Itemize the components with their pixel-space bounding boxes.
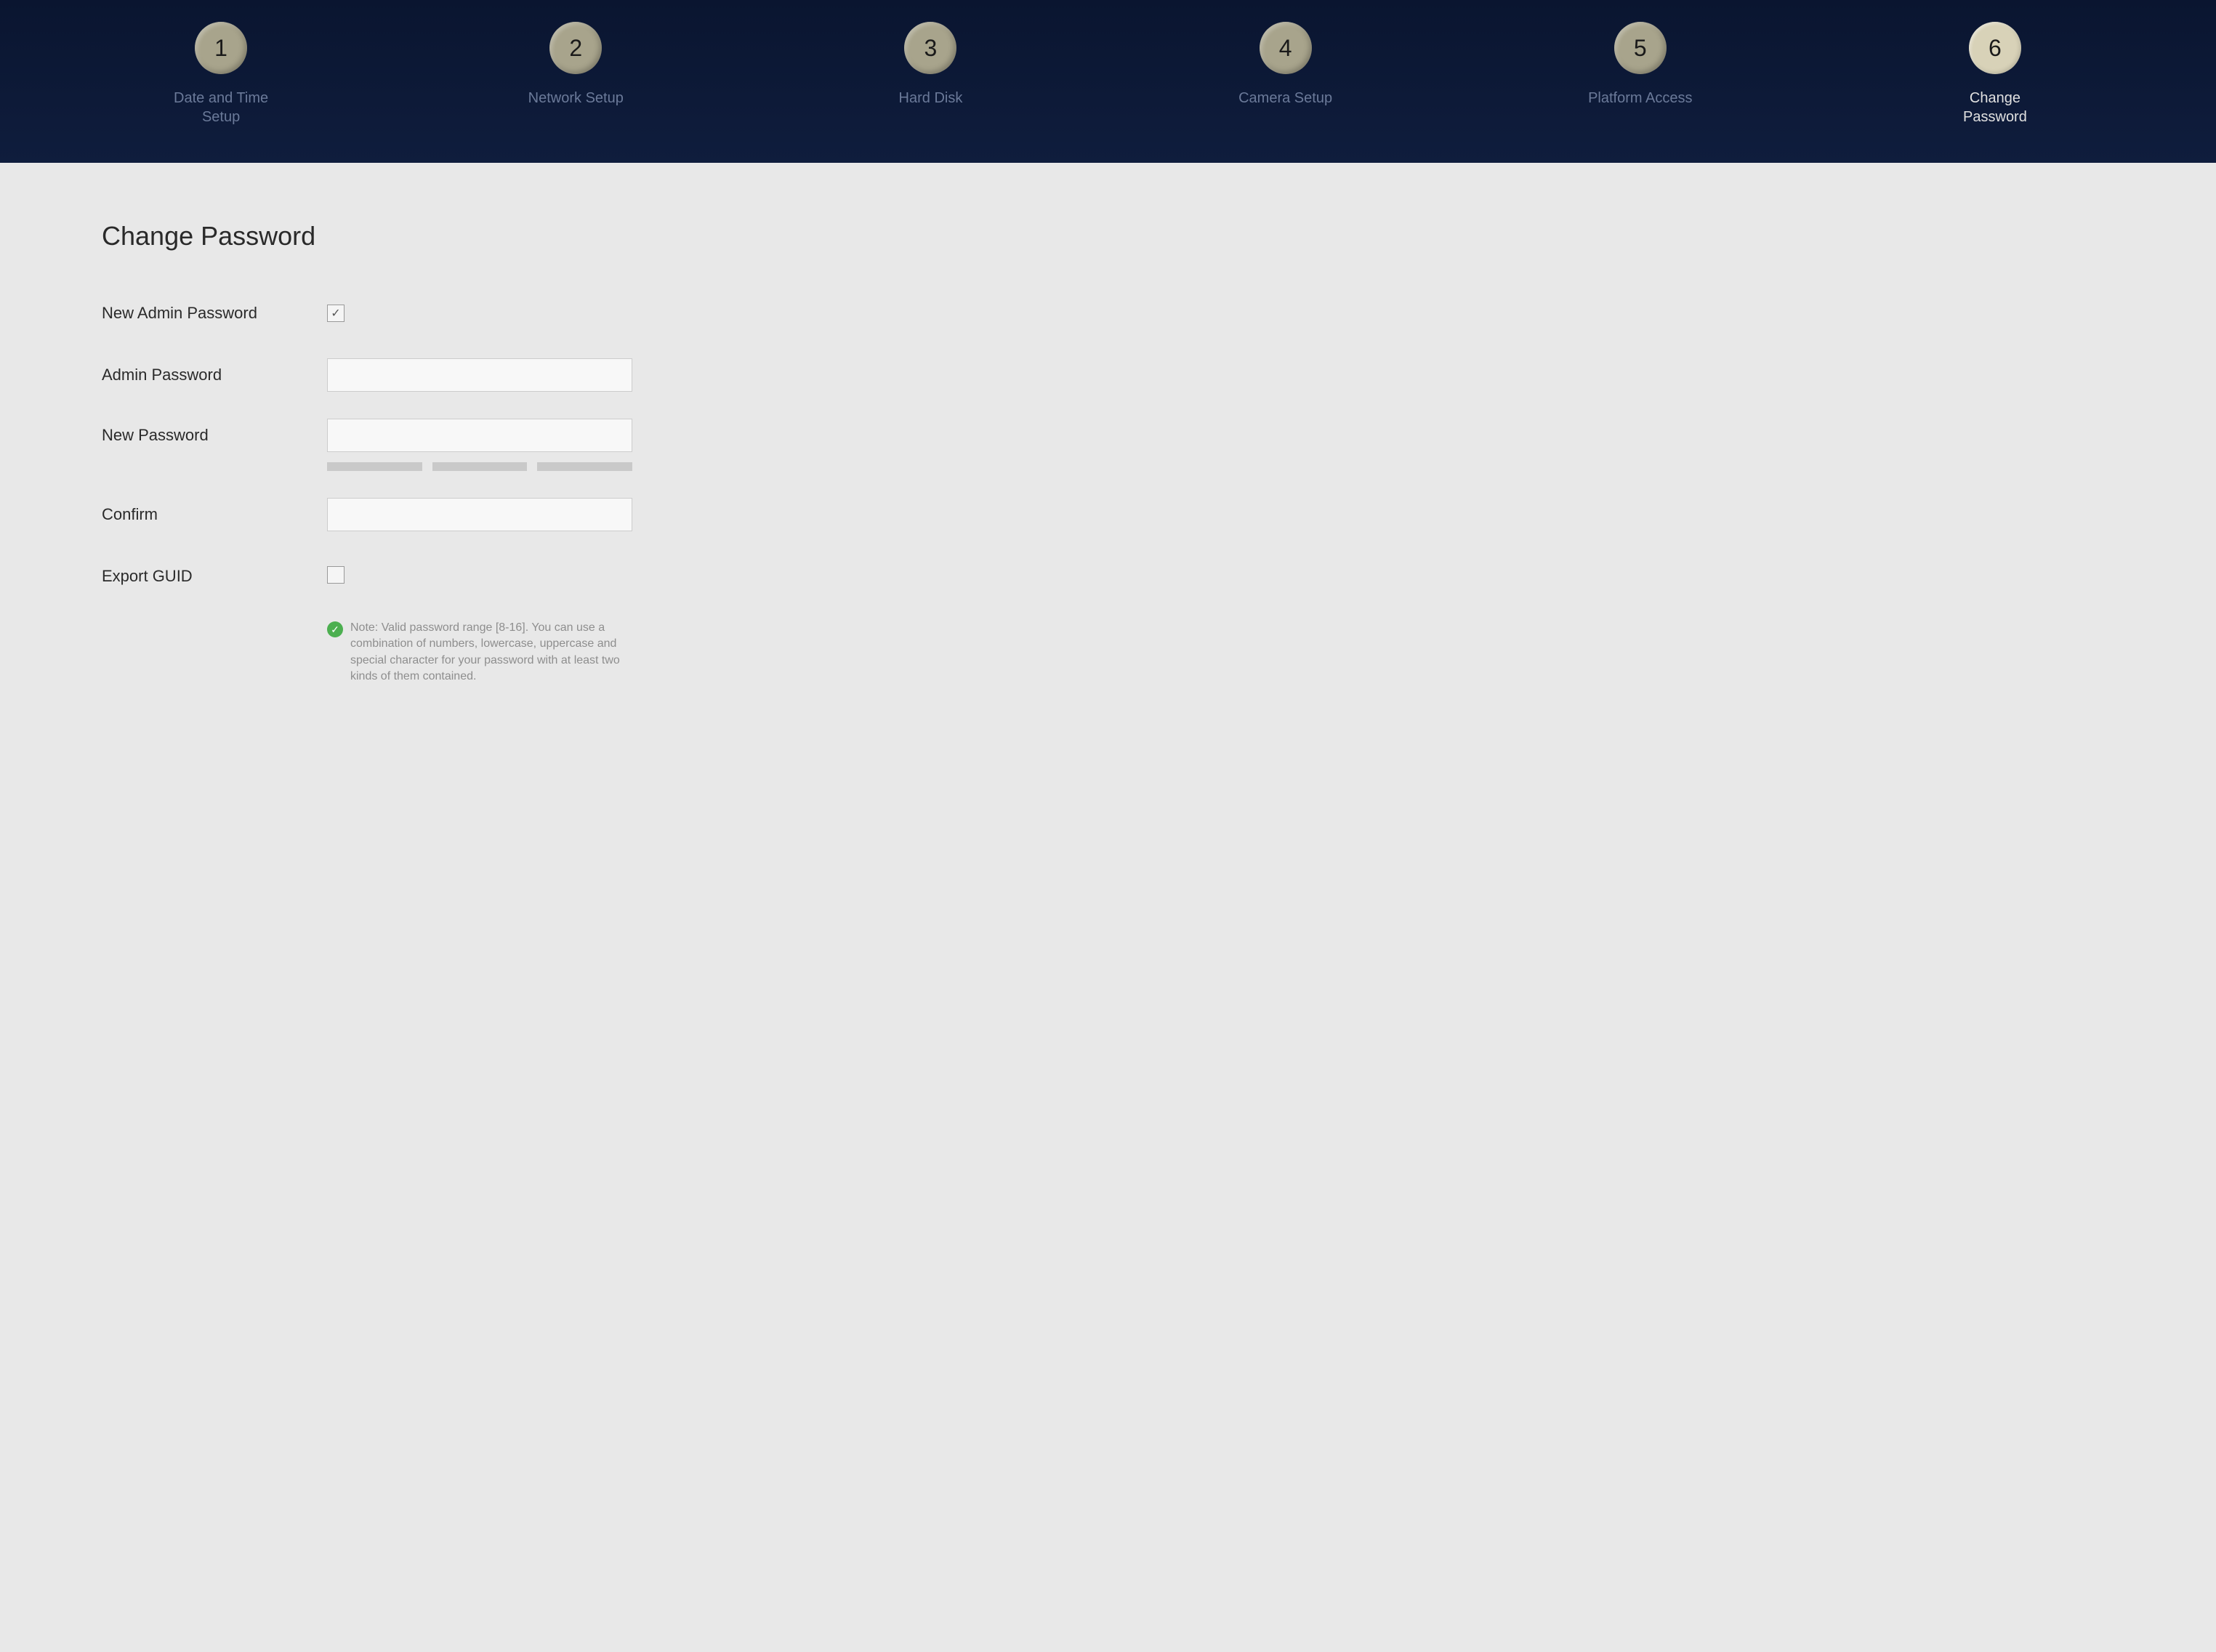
checkbox-new-admin-password[interactable] bbox=[327, 305, 345, 322]
step-label-1: Date and Time Setup bbox=[163, 89, 279, 126]
label-new-admin-password: New Admin Password bbox=[102, 304, 327, 323]
step-label-3: Hard Disk bbox=[899, 89, 963, 108]
step-label-2: Network Setup bbox=[528, 89, 624, 108]
strength-bar-3 bbox=[537, 462, 632, 471]
step-circle-2: 2 bbox=[549, 22, 602, 74]
wizard-step-1[interactable]: 1 Date and Time Setup bbox=[44, 22, 398, 126]
wizard-step-6[interactable]: 6 Change Password bbox=[1818, 22, 2172, 126]
step-label-5: Platform Access bbox=[1588, 89, 1692, 108]
input-admin-password[interactable] bbox=[327, 358, 632, 392]
label-export-guid: Export GUID bbox=[102, 567, 327, 586]
row-confirm: Confirm bbox=[102, 496, 2114, 533]
step-circle-3: 3 bbox=[904, 22, 956, 74]
label-confirm: Confirm bbox=[102, 505, 327, 524]
wizard-step-5[interactable]: 5 Platform Access bbox=[1463, 22, 1818, 108]
wizard-step-header: 1 Date and Time Setup 2 Network Setup 3 … bbox=[0, 0, 2216, 163]
step-label-4: Camera Setup bbox=[1238, 89, 1332, 108]
wizard-step-2[interactable]: 2 Network Setup bbox=[398, 22, 753, 108]
label-admin-password: Admin Password bbox=[102, 366, 327, 384]
password-note: ✓ Note: Valid password range [8-16]. You… bbox=[327, 620, 632, 685]
input-new-password[interactable] bbox=[327, 419, 632, 452]
content-panel: Change Password New Admin Password Admin… bbox=[0, 163, 2216, 1652]
step-circle-6: 6 bbox=[1969, 22, 2021, 74]
row-export-guid: Export GUID bbox=[102, 558, 2114, 595]
label-new-password: New Password bbox=[102, 419, 327, 445]
strength-bar-2 bbox=[432, 462, 528, 471]
page-title: Change Password bbox=[102, 221, 2114, 251]
strength-bar-1 bbox=[327, 462, 422, 471]
password-note-text: Note: Valid password range [8-16]. You c… bbox=[350, 620, 632, 685]
step-circle-5: 5 bbox=[1614, 22, 1667, 74]
wizard-step-3[interactable]: 3 Hard Disk bbox=[753, 22, 1108, 108]
step-circle-4: 4 bbox=[1260, 22, 1312, 74]
step-circle-1: 1 bbox=[195, 22, 247, 74]
input-confirm[interactable] bbox=[327, 498, 632, 531]
row-admin-password: Admin Password bbox=[102, 357, 2114, 393]
row-new-admin-password: New Admin Password bbox=[102, 295, 2114, 331]
row-new-password: New Password bbox=[102, 419, 2114, 471]
password-strength-meter bbox=[327, 462, 632, 471]
check-circle-icon: ✓ bbox=[327, 621, 343, 637]
checkbox-export-guid[interactable] bbox=[327, 566, 345, 584]
step-label-6: Change Password bbox=[1937, 89, 2053, 126]
wizard-step-4[interactable]: 4 Camera Setup bbox=[1108, 22, 1463, 108]
